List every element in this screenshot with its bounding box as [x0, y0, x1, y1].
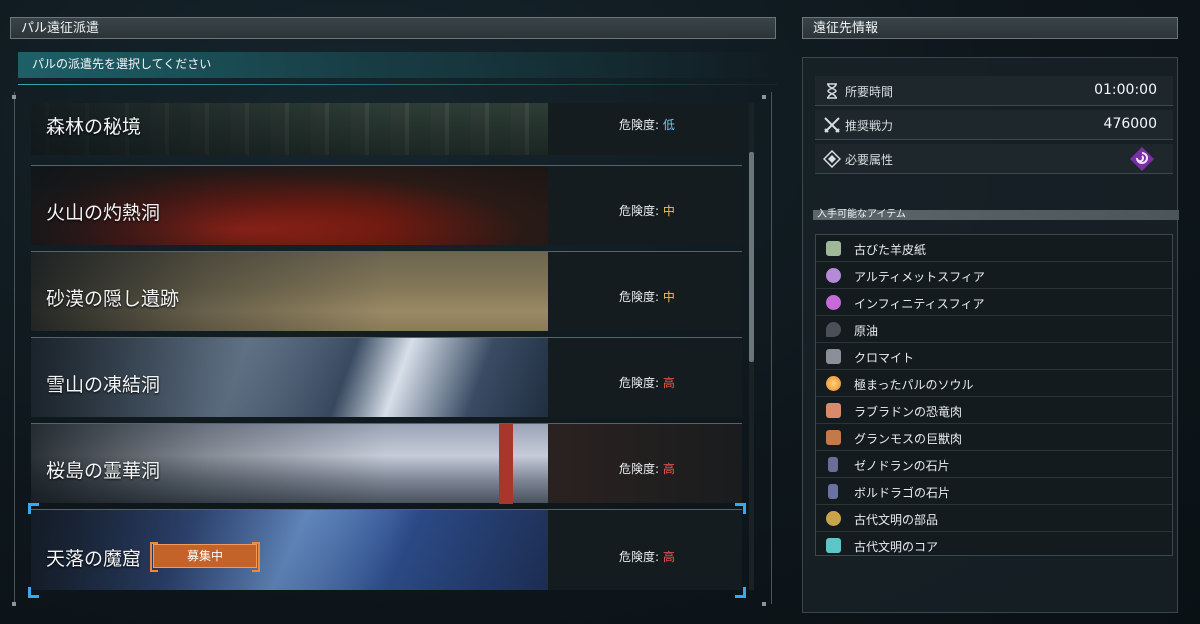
risk-label: 危険度:	[619, 204, 660, 218]
risk-value: 中	[662, 204, 675, 218]
destination-name: 天落の魔窟	[46, 548, 142, 570]
pal-soul-icon	[826, 376, 841, 391]
list-item: 極まったパルのソウル	[816, 370, 1172, 397]
item-name: 古びた羊皮紙	[854, 243, 927, 257]
item-name: インフィニティスフィア	[854, 297, 985, 311]
infinity-sphere-icon	[826, 295, 841, 310]
destination-name: 雪山の凍結洞	[46, 374, 161, 396]
recommended-power-row: 推奨戦力 476000	[815, 110, 1173, 140]
recruiting-badge: 募集中	[150, 542, 260, 572]
expedition-panel-title: パル遠征派遣	[10, 17, 776, 39]
diamond-icon	[823, 150, 841, 168]
duration-row: 所要時間 01:00:00	[815, 76, 1173, 106]
list-item: インフィニティスフィア	[816, 289, 1172, 316]
parchment-icon	[826, 241, 841, 256]
dark-element-icon	[1130, 147, 1154, 171]
frame-corner	[762, 95, 766, 99]
destination-row-forest[interactable]: 森林の秘境 危険度: 低	[31, 103, 742, 155]
frame-corner	[12, 602, 16, 606]
duration-label: 所要時間	[845, 85, 894, 99]
xenodran-shard-icon	[828, 457, 838, 472]
risk-label: 危険度:	[619, 118, 660, 132]
destination-name: 火山の灼熱洞	[46, 202, 161, 224]
item-name: 原油	[854, 324, 879, 338]
item-name: ゼノドランの石片	[854, 459, 950, 473]
list-item: 古代文明の部品	[816, 505, 1172, 532]
dinosaur-meat-icon	[826, 403, 841, 418]
risk-label: 危険度:	[619, 290, 660, 304]
risk-value: 高	[662, 376, 675, 390]
divider	[18, 84, 778, 85]
list-item: 古びた羊皮紙	[816, 235, 1172, 262]
risk-label: 危険度:	[619, 462, 660, 476]
crude-oil-icon	[826, 322, 841, 337]
risk-indicator: 危険度: 高	[619, 548, 675, 565]
item-name: ボルドラゴの石片	[854, 486, 951, 500]
list-item: クロマイト	[816, 343, 1172, 370]
scrollbar-thumb[interactable]	[749, 152, 754, 362]
destination-row-abyss[interactable]: 天落の魔窟 募集中 危険度: 高	[31, 509, 742, 590]
item-name: ラブラドンの恐竜肉	[854, 405, 963, 419]
boldrago-shard-icon	[828, 484, 838, 499]
destination-name: 桜島の霊華洞	[46, 460, 161, 482]
ancient-part-icon	[826, 511, 841, 526]
list-item: ゼノドランの石片	[816, 451, 1172, 478]
destination-name: 森林の秘境	[46, 116, 142, 138]
obtainable-items-list: 古びた羊皮紙 アルティメットスフィア インフィニティスフィア 原油 クロマイト …	[815, 234, 1173, 556]
item-name: グランモスの巨獣肉	[854, 432, 963, 446]
item-name: クロマイト	[854, 351, 915, 365]
ancient-core-icon	[826, 538, 841, 553]
destination-name: 砂漠の隠し遺跡	[46, 288, 180, 310]
list-item: グランモスの巨獣肉	[816, 424, 1172, 451]
risk-value: 低	[662, 118, 675, 132]
duration-value: 01:00:00	[1094, 82, 1157, 98]
required-element-label: 必要属性	[845, 153, 894, 167]
frame-corner	[762, 602, 766, 606]
list-item: 原油	[816, 316, 1172, 343]
list-item: アルティメットスフィア	[816, 262, 1172, 289]
crossed-swords-icon	[824, 117, 840, 133]
chromite-icon	[826, 349, 841, 364]
list-item: 古代文明のコア	[816, 532, 1172, 559]
risk-indicator: 危険度: 低	[619, 116, 675, 133]
risk-value: 中	[662, 290, 675, 304]
frame-corner	[12, 95, 16, 99]
destination-row-volcano[interactable]: 火山の灼熱洞 危険度: 中	[31, 165, 742, 245]
risk-label: 危険度:	[619, 550, 660, 564]
item-name: アルティメットスフィア	[854, 270, 985, 284]
risk-indicator: 危険度: 中	[619, 202, 675, 219]
list-item: ラブラドンの恐竜肉	[816, 397, 1172, 424]
subtitle: パルの派遣先を選択してください	[32, 57, 212, 71]
item-name: 極まったパルのソウル	[854, 378, 974, 392]
risk-indicator: 危険度: 高	[619, 374, 675, 391]
item-name: 古代文明の部品	[854, 513, 939, 527]
destination-list: 森林の秘境 危険度: 低 火山の灼熱洞 危険度: 中 砂漠の隠し遺跡 危険度: …	[31, 103, 742, 590]
risk-label: 危険度:	[619, 376, 660, 390]
hourglass-icon	[827, 83, 837, 99]
required-element-row: 必要属性	[815, 144, 1173, 174]
risk-value: 高	[662, 462, 675, 476]
ultimate-sphere-icon	[826, 268, 841, 283]
destination-row-sakura[interactable]: 桜島の霊華洞 危険度: 高	[31, 423, 742, 504]
obtainable-items-header: 入手可能なアイテム	[813, 210, 1179, 220]
recommended-power-value: 476000	[1103, 116, 1157, 132]
risk-indicator: 危険度: 高	[619, 460, 675, 477]
list-item: ボルドラゴの石片	[816, 478, 1172, 505]
destination-row-snow[interactable]: 雪山の凍結洞 危険度: 高	[31, 337, 742, 417]
destination-row-desert[interactable]: 砂漠の隠し遺跡 危険度: 中	[31, 251, 742, 331]
item-name: 古代文明のコア	[854, 540, 939, 554]
mammoth-meat-icon	[826, 430, 841, 445]
recommended-power-label: 推奨戦力	[845, 119, 894, 133]
destination-info-title: 遠征先情報	[802, 17, 1178, 39]
risk-value: 高	[662, 550, 675, 564]
risk-indicator: 危険度: 中	[619, 288, 675, 305]
